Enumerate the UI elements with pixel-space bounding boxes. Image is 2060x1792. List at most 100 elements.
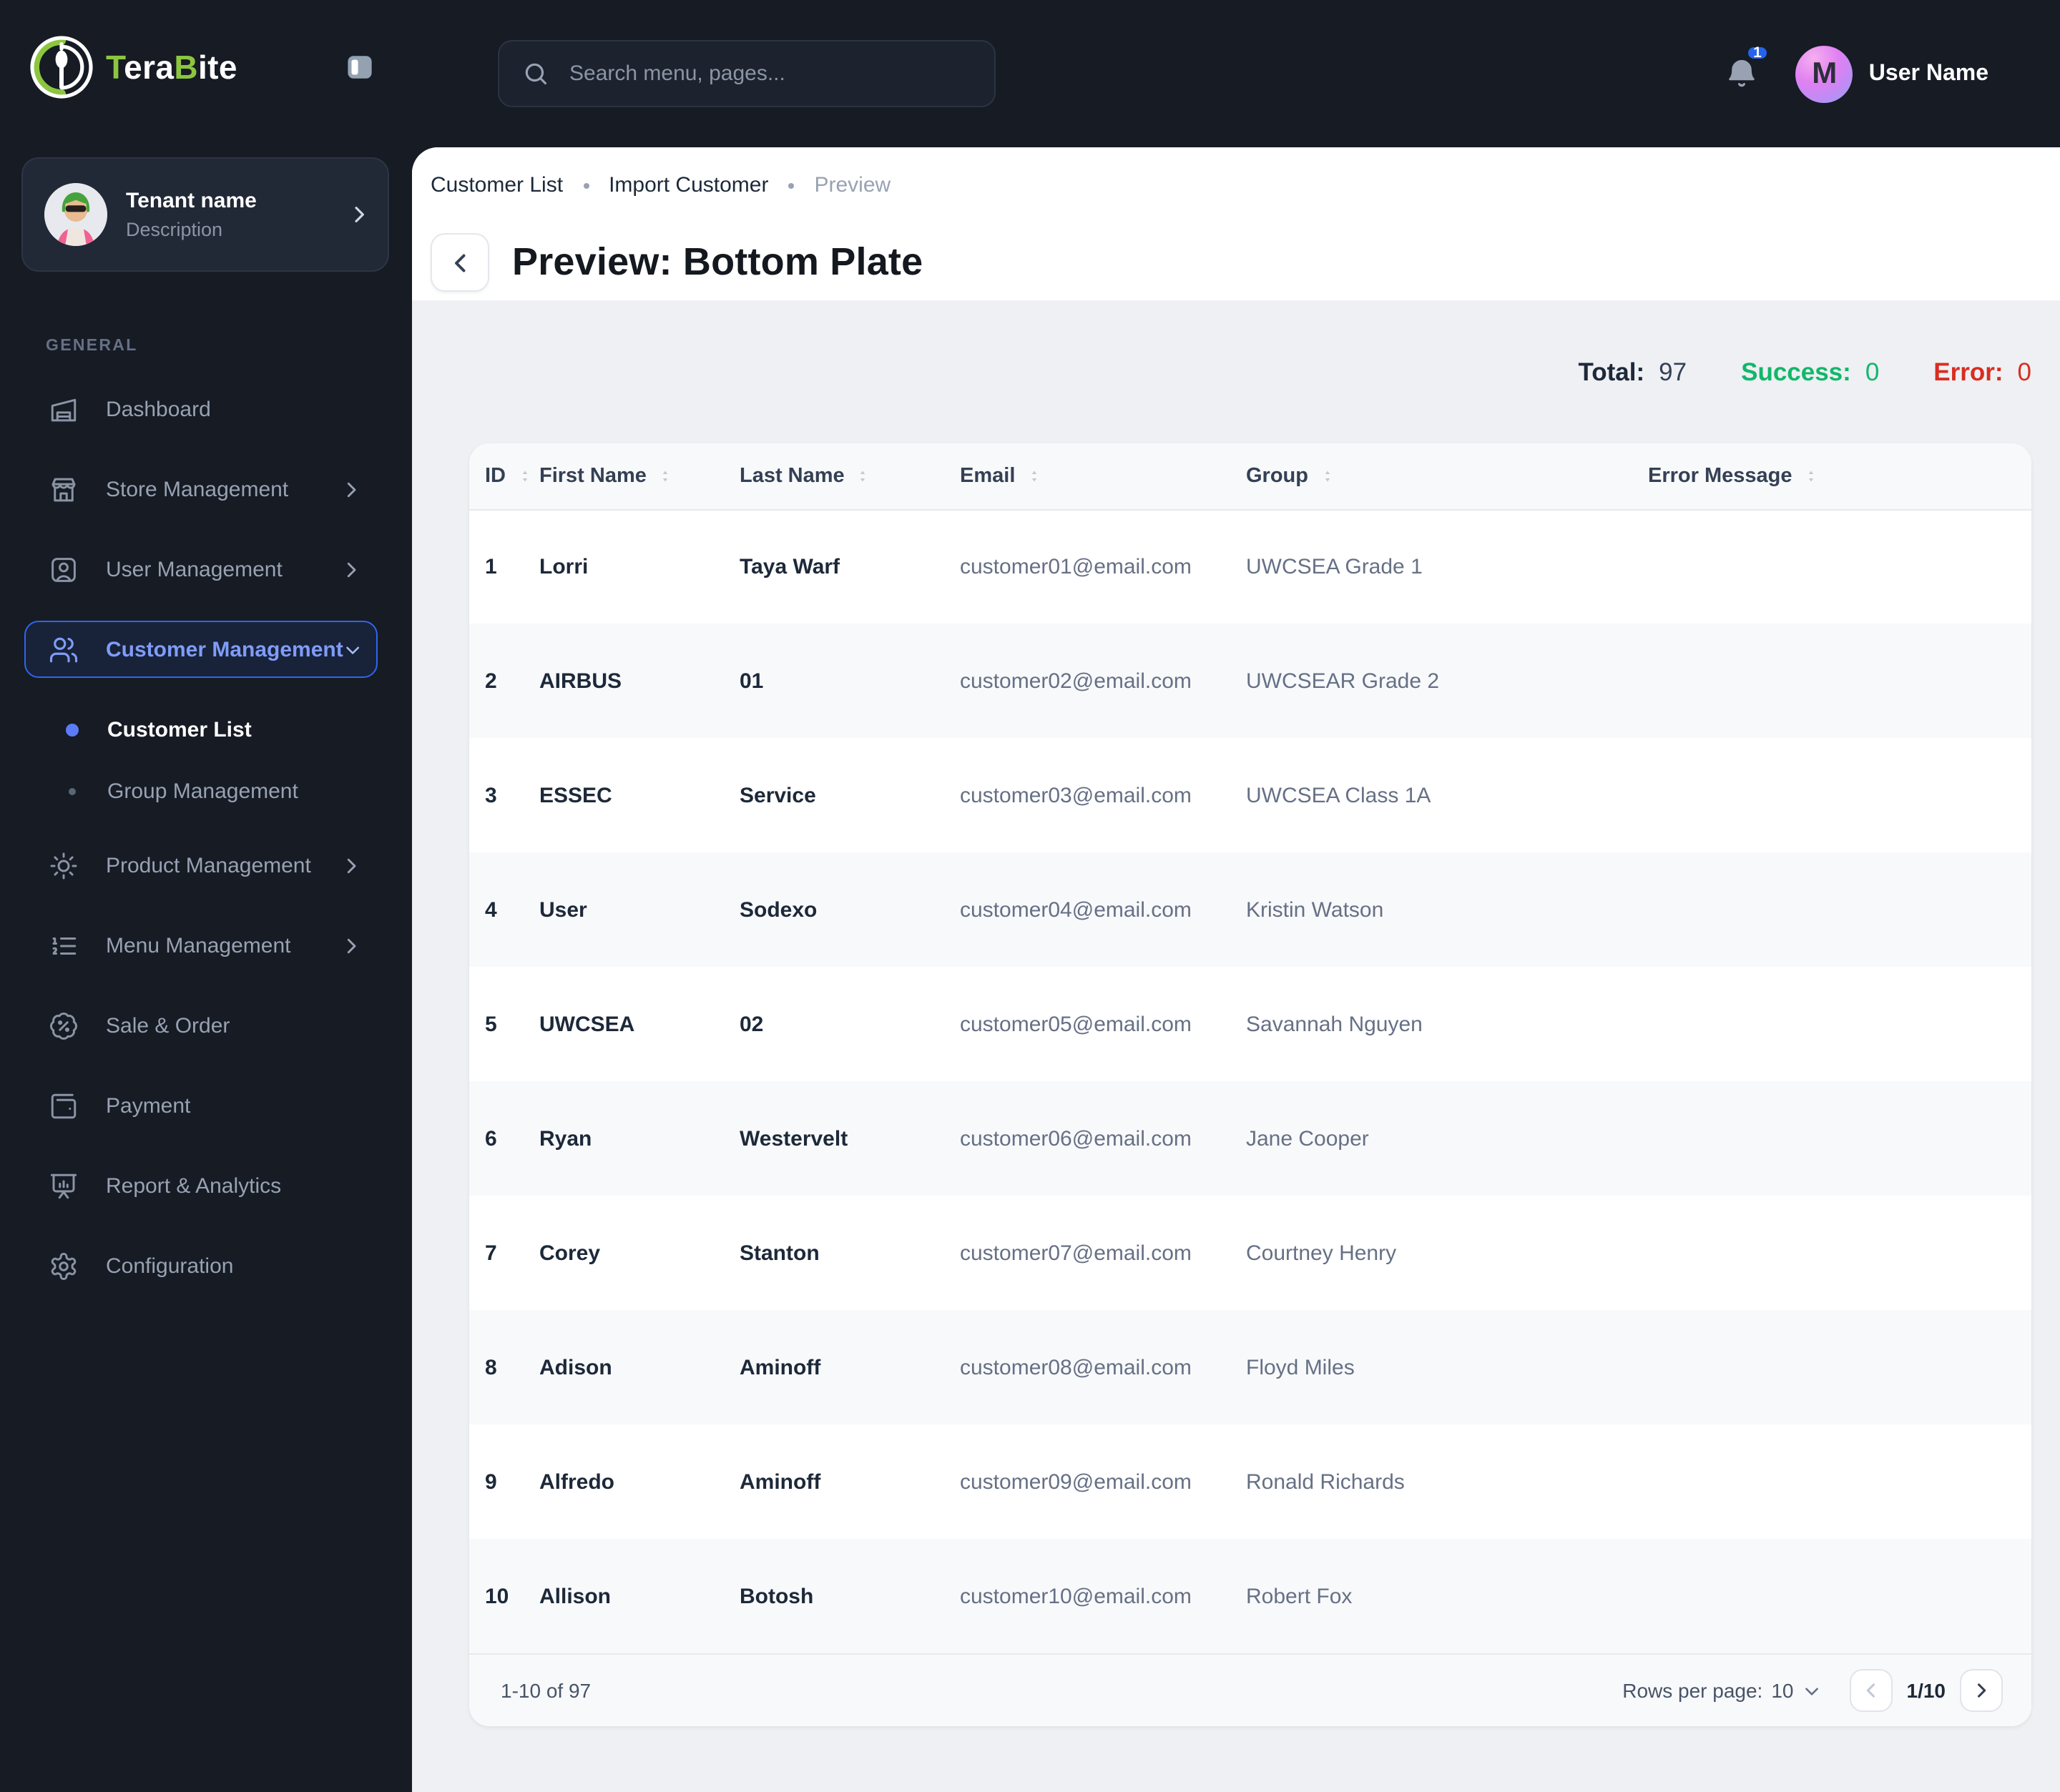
pagination-range: 1-10 of 97 [501, 1679, 592, 1702]
preview-table: ID First Name Last Name Email Group Erro… [469, 443, 2031, 1653]
sidebar-item-sale-order[interactable]: Sale & Order [24, 997, 378, 1054]
next-page-button[interactable] [1960, 1669, 2003, 1712]
table-row: 7 Corey Stanton customer07@email.com Cou… [469, 1196, 2031, 1310]
sidebar-item-user-management[interactable]: User Management [24, 541, 378, 598]
user-name[interactable]: User Name [1869, 61, 1988, 87]
chevron-right-icon [347, 561, 356, 577]
sidebar-item-label: Payment [106, 1093, 191, 1118]
sidebar-item-customer-management[interactable]: Customer Management [24, 621, 378, 678]
cell-error-message [1648, 967, 2031, 1081]
chevron-left-icon [454, 253, 465, 272]
back-button[interactable] [431, 233, 489, 292]
chevron-down-icon [345, 646, 359, 654]
user-avatar[interactable]: M [1795, 45, 1853, 102]
cell-last-name: Sodexo [740, 897, 818, 922]
chevron-right-icon [347, 857, 356, 873]
sidebar-menu: Dashboard Store Management User Manageme… [0, 380, 412, 1294]
sort-icon [521, 471, 527, 481]
cell-last-name: Botosh [740, 1584, 814, 1608]
cell-first-name: Corey [539, 1241, 601, 1265]
cell-id: 5 [485, 1012, 497, 1036]
table-row: 5 UWCSEA 02 customer05@email.com Savanna… [469, 967, 2031, 1081]
cell-email: customer04@email.com [960, 897, 1192, 922]
stat-total-value: 97 [1659, 358, 1687, 386]
terabite-logo-icon [30, 36, 93, 99]
column-header-error-message[interactable]: Error Message [1648, 443, 2031, 510]
cell-group: Floyd Miles [1246, 1355, 1355, 1379]
sidebar-item-payment[interactable]: Payment [24, 1077, 378, 1134]
chevron-left-icon [1866, 1683, 1875, 1698]
wallet-icon [51, 1093, 77, 1118]
sort-icon [1031, 471, 1036, 481]
sidebar-item-group-management[interactable]: Group Management [0, 762, 378, 819]
cell-id: 6 [485, 1126, 497, 1151]
sidebar-item-product-management[interactable]: Product Management [24, 837, 378, 894]
badge-percent-icon [50, 1012, 77, 1039]
cell-group: UWCSEA Grade 1 [1246, 554, 1423, 579]
cell-id: 1 [485, 554, 497, 579]
table-body: 1 Lorri Taya Warf customer01@email.com U… [469, 509, 2031, 1653]
cell-error-message [1648, 738, 2031, 852]
cell-email: customer08@email.com [960, 1355, 1192, 1379]
breadcrumb-import-customer[interactable]: Import Customer [609, 173, 768, 197]
stat-success: Success: 0 [1741, 358, 1879, 388]
sidebar-item-menu-management[interactable]: Menu Management [24, 917, 378, 974]
cell-id: 10 [485, 1584, 509, 1608]
cell-first-name: UWCSEA [539, 1012, 635, 1036]
sidebar: TeraBite Tenant name Description GENERAL… [0, 0, 412, 1792]
sidebar-collapse-button[interactable] [345, 51, 375, 83]
panel-toggle-icon [348, 56, 372, 79]
column-header-id[interactable]: ID [469, 443, 539, 510]
cell-first-name: Adison [539, 1355, 612, 1379]
cell-id: 7 [485, 1241, 497, 1265]
breadcrumb-separator-icon [583, 182, 589, 188]
pagination-controls: Rows per page: 10 1/10 [1622, 1669, 2003, 1712]
column-header-email[interactable]: Email [960, 443, 1246, 510]
cell-first-name: Ryan [539, 1126, 592, 1151]
sidebar-item-store-management[interactable]: Store Management [24, 461, 378, 518]
column-header-group[interactable]: Group [1246, 443, 1648, 510]
sidebar-item-label: Store Management [106, 477, 289, 501]
cell-group: UWCSEAR Grade 2 [1246, 669, 1440, 693]
cell-group: Jane Cooper [1246, 1126, 1369, 1151]
sidebar-item-label: Report & Analytics [106, 1173, 282, 1198]
sidebar-item-configuration[interactable]: Configuration [24, 1237, 378, 1294]
search-box[interactable] [498, 40, 996, 107]
column-header-last-name[interactable]: Last Name [740, 443, 960, 510]
app-root: 1 M User Name TeraBite [0, 0, 2060, 1792]
breadcrumb-customer-list[interactable]: Customer List [431, 173, 563, 197]
table-row: 4 User Sodexo customer04@email.com Krist… [469, 852, 2031, 967]
cell-last-name: Stanton [740, 1241, 820, 1265]
cell-email: customer10@email.com [960, 1584, 1192, 1608]
rows-per-page-select[interactable]: Rows per page: 10 [1622, 1679, 1820, 1702]
sidebar-item-report-analytics[interactable]: Report & Analytics [24, 1157, 378, 1214]
search-input[interactable] [566, 60, 974, 87]
cell-last-name: Westervelt [740, 1126, 848, 1151]
cell-last-name: Taya Warf [740, 554, 840, 579]
notifications-button[interactable]: 1 [1726, 44, 1770, 90]
column-header-first-name[interactable]: First Name [539, 443, 740, 510]
cell-email: customer07@email.com [960, 1241, 1192, 1265]
previous-page-button[interactable] [1849, 1669, 1893, 1712]
cell-last-name: Service [740, 783, 816, 807]
sidebar-item-customer-list[interactable]: Customer List [0, 701, 378, 758]
breadcrumb-preview: Preview [814, 173, 891, 197]
table-row: 8 Adison Aminoff customer08@email.com Fl… [469, 1310, 2031, 1424]
cell-error-message [1648, 1310, 2031, 1424]
cell-group: UWCSEA Class 1A [1246, 783, 1431, 807]
preview-table-card: ID First Name Last Name Email Group Erro… [469, 443, 2031, 1726]
stat-error: Error: 0 [1933, 358, 2031, 388]
cell-id: 8 [485, 1355, 497, 1379]
cell-email: customer06@email.com [960, 1126, 1192, 1151]
main-content: Customer List Import Customer Preview Pr… [412, 147, 2060, 1792]
chevron-right-icon [355, 207, 364, 222]
sidebar-section-label: GENERAL [46, 338, 138, 355]
sidebar-item-dashboard[interactable]: Dashboard [24, 380, 378, 438]
cell-email: customer05@email.com [960, 1012, 1192, 1036]
stat-success-value: 0 [1865, 358, 1880, 386]
page-indicator: 1/10 [1906, 1679, 1946, 1702]
tenant-switcher[interactable]: Tenant name Description [21, 157, 389, 272]
table-row: 10 Allison Botosh customer10@email.com R… [469, 1539, 2031, 1653]
cell-error-message [1648, 1081, 2031, 1196]
cell-first-name: Lorri [539, 554, 589, 579]
